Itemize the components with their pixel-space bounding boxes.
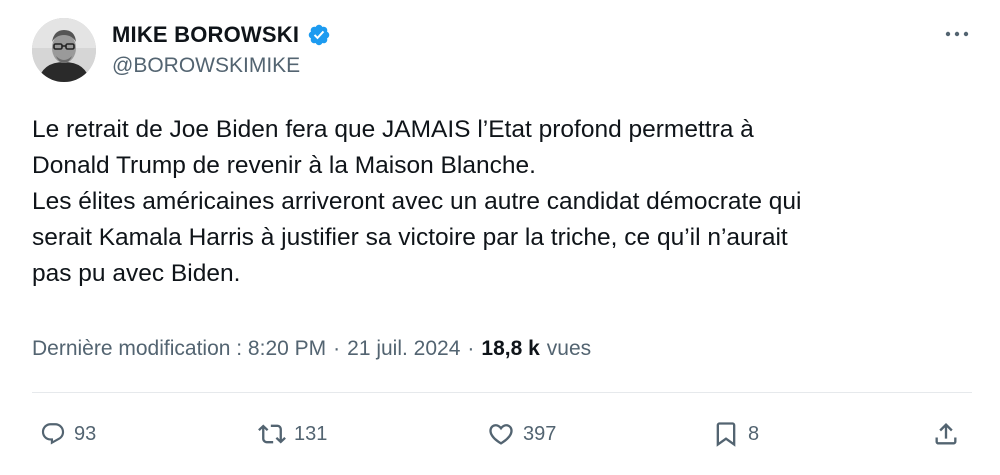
- views-label: vues: [546, 337, 592, 360]
- tweet-line: Donald Trump de revenir à la Maison Blan…: [32, 152, 536, 179]
- retweet-button[interactable]: 131: [258, 418, 327, 450]
- share-button[interactable]: [932, 418, 960, 450]
- reply-button[interactable]: 93: [40, 418, 96, 450]
- like-count: 397: [523, 422, 557, 445]
- author-name[interactable]: MIKE BOROWSKI: [112, 22, 299, 48]
- like-icon: [489, 424, 513, 445]
- tweet-line: Les élites américaines arriveront avec u…: [32, 188, 802, 215]
- more-options-button[interactable]: [942, 22, 972, 46]
- avatar-photo: [32, 18, 96, 82]
- divider: [32, 392, 972, 393]
- retweet-icon: [258, 424, 286, 444]
- tweet-text: Le retrait de Joe Biden fera que JAMAIS …: [32, 112, 962, 292]
- views-count: 18,8 k: [481, 337, 540, 360]
- tweet-line: serait Kamala Harris à justifier sa vict…: [32, 224, 788, 251]
- more-options-icon: [945, 31, 969, 37]
- tweet-date[interactable]: 21 juil. 2024: [347, 337, 460, 361]
- tweet-line: pas pu avec Biden.: [32, 260, 241, 287]
- share-icon: [935, 423, 957, 445]
- like-button[interactable]: 397: [487, 418, 556, 450]
- bookmark-button[interactable]: 8: [712, 418, 759, 450]
- meta-separator: ·: [333, 337, 341, 360]
- verified-badge-icon: [308, 24, 330, 46]
- retweet-count: 131: [294, 422, 328, 445]
- meta-separator: ·: [467, 337, 475, 360]
- modified-time[interactable]: Dernière modification : 8:20 PM: [32, 337, 326, 361]
- avatar[interactable]: [32, 18, 96, 82]
- reply-icon: [41, 423, 65, 445]
- tweet-meta: Dernière modification : 8:20 PM · 21 jui…: [32, 337, 591, 361]
- reply-count: 93: [74, 422, 97, 445]
- author-name-row: MIKE BOROWSKI: [112, 22, 331, 48]
- bookmark-count: 8: [748, 422, 760, 445]
- author-handle[interactable]: @BOROWSKIMIKE: [112, 54, 300, 78]
- bookmark-icon: [716, 422, 736, 447]
- tweet-line: Le retrait de Joe Biden fera que JAMAIS …: [32, 116, 754, 143]
